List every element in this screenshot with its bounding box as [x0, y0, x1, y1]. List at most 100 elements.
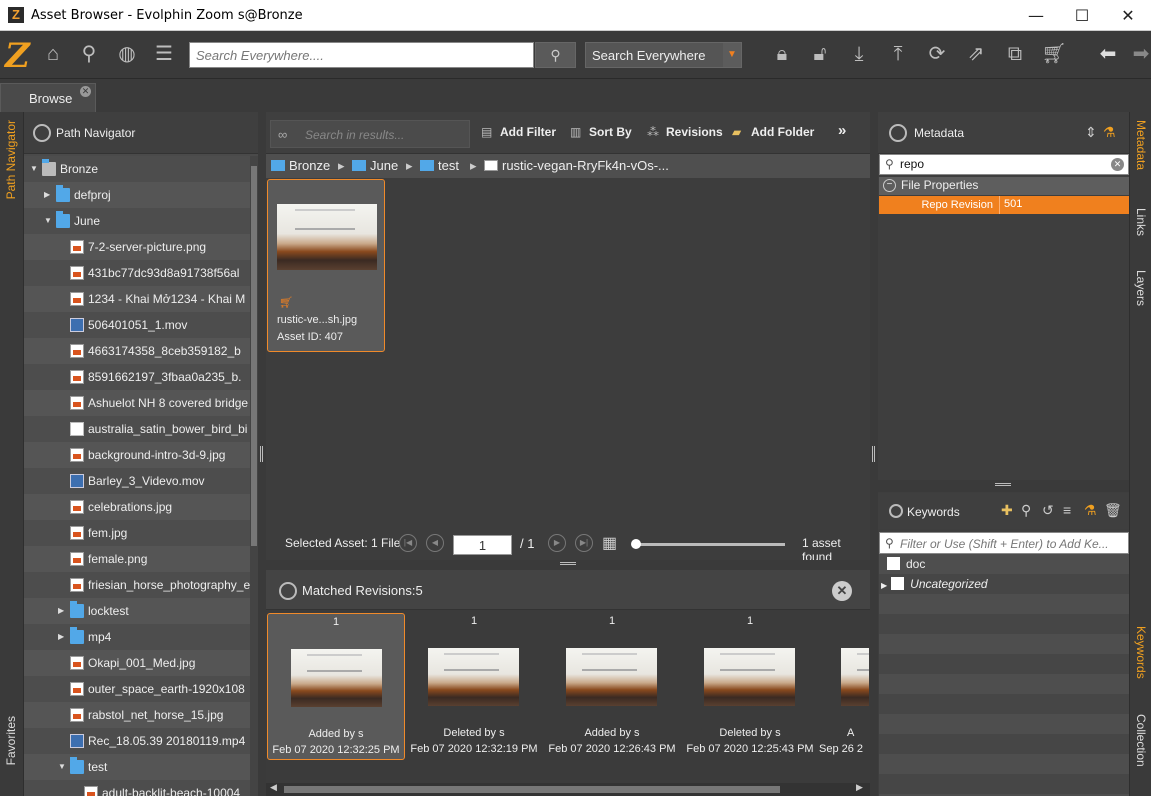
first-page-button[interactable]: |◀ [399, 534, 417, 552]
revision-card[interactable]: 1 Deleted by s Feb 07 2020 12:32:19 PM [405, 613, 543, 760]
globe-icon[interactable]: ◍ [114, 41, 140, 67]
path-navigator-side-tab[interactable]: Path Navigator [4, 120, 18, 199]
download-icon[interactable]: ⤓ [846, 41, 872, 67]
share-icon[interactable]: ⇗ [963, 41, 989, 67]
keyword-item[interactable]: ▶ Uncategorized [881, 574, 988, 594]
close-tab-icon[interactable]: ✕ [80, 86, 91, 97]
cart-icon[interactable]: 🛒︎ [1041, 41, 1067, 67]
tree-item[interactable]: ▼ Bronze [24, 156, 250, 182]
grid-view-icon[interactable]: ▦ [602, 533, 617, 553]
next-page-button[interactable]: ▶ [548, 534, 566, 552]
tree-item[interactable]: 8591662197_3fbaa0a235_b. [24, 364, 250, 390]
home-icon[interactable]: ⌂ [40, 41, 66, 67]
search-in-results-input[interactable]: Search in results... [270, 120, 470, 148]
layers-side-tab[interactable]: Layers [1134, 270, 1148, 306]
unlock-icon[interactable]: 🔓︎ [807, 41, 833, 67]
tree-item[interactable]: Ashuelot NH 8 covered bridge [24, 390, 250, 416]
metadata-splitter[interactable] [878, 480, 1129, 492]
sync-icon[interactable]: ⟳ [924, 41, 950, 67]
tree-item[interactable]: rabstol_net_horse_15.jpg [24, 702, 250, 728]
tab-browse[interactable]: Browse ✕ [0, 83, 96, 112]
collapse-section-icon[interactable]: − [883, 179, 896, 192]
revision-card[interactable]: A Sep 26 2 [819, 613, 869, 760]
refresh-icon[interactable]: ↺ [1042, 502, 1054, 519]
metadata-side-tab[interactable]: Metadata [1134, 120, 1148, 170]
more-button[interactable]: » [838, 122, 846, 139]
revisions-button[interactable]: ⁂ Revisions [647, 125, 723, 139]
tree-item[interactable]: ▶ mp4 [24, 624, 250, 650]
search-scope-select[interactable]: Search Everywhere ▼ [585, 42, 742, 68]
tree-item[interactable]: friesian_horse_photography_e [24, 572, 250, 598]
tree-item[interactable]: female.png [24, 546, 250, 572]
flask-icon[interactable]: ⚗ [1084, 502, 1097, 519]
favorites-side-tab[interactable]: Favorites [4, 716, 18, 765]
trash-icon[interactable]: 🗑︎ [1104, 502, 1122, 519]
list-icon[interactable]: ☰ [151, 41, 177, 67]
revision-card[interactable]: 1 Added by s Feb 07 2020 12:26:43 PM [543, 613, 681, 760]
tree-item[interactable]: Rec_18.05.39 20180119.mp4 [24, 728, 250, 754]
tree-item[interactable]: 7-2-server-picture.png [24, 234, 250, 260]
tree-item[interactable]: adult-backlit-beach-10004 [24, 780, 250, 796]
expand-right-icon[interactable]: ▶ [58, 624, 68, 650]
tree-item[interactable]: 431bc77dc93d8a91738f56al [24, 260, 250, 286]
tree-item[interactable]: celebrations.jpg [24, 494, 250, 520]
repo-revision-row[interactable]: Repo Revision 501 [879, 196, 1129, 214]
collapse-icon[interactable]: ⇕ [1085, 124, 1097, 141]
expand-right-icon[interactable]: ▶ [58, 598, 68, 624]
close-window-button[interactable]: ✕ [1105, 0, 1151, 31]
add-filter-button[interactable]: ▤ Add Filter [481, 125, 556, 139]
breadcrumb-item[interactable]: June [352, 158, 398, 173]
breadcrumb-item[interactable]: test [420, 158, 459, 173]
tree-item[interactable]: background-intro-3d-9.jpg [24, 442, 250, 468]
filter-list-icon[interactable]: ≡ [1063, 502, 1071, 518]
tree-item[interactable]: Barley_3_Videvo.mov [24, 468, 250, 494]
add-folder-button[interactable]: ▰ Add Folder [732, 125, 814, 139]
tree-item[interactable]: 506401051_1.mov [24, 312, 250, 338]
checkbox[interactable] [887, 557, 900, 570]
tree-item[interactable]: Okapi_001_Med.jpg [24, 650, 250, 676]
breadcrumb-item[interactable]: Bronze [271, 158, 330, 173]
sort-by-button[interactable]: ▥ Sort By [570, 125, 632, 139]
last-page-button[interactable]: ▶| [575, 534, 593, 552]
lock-icon[interactable]: 🔒︎ [769, 41, 795, 67]
left-splitter[interactable] [258, 112, 266, 796]
thumbnail-size-slider[interactable] [631, 539, 785, 549]
clear-search-icon[interactable]: ✕ [1111, 158, 1124, 171]
scroll-left-icon[interactable]: ◀ [270, 782, 277, 793]
minimize-button[interactable]: — [1013, 0, 1059, 31]
tree-item[interactable]: ▶ defproj [24, 182, 250, 208]
forward-arrow-icon[interactable]: ➡ [1128, 41, 1151, 67]
tree-item[interactable]: outer_space_earth-1920x108 [24, 676, 250, 702]
tree-item[interactable]: ▶ locktest [24, 598, 250, 624]
file-properties-section[interactable]: − File Properties [879, 177, 1129, 195]
tree-item[interactable]: ▼ test [24, 754, 250, 780]
breadcrumb-item[interactable]: rustic-vegan-RryFk4n-vOs-... [484, 158, 669, 173]
revisions-scrollbar[interactable]: ◀ ▶ [266, 782, 870, 796]
tree-item[interactable]: 1234 - Khai Mở1234 - Khai M [24, 286, 250, 312]
scrollbar-thumb[interactable] [251, 166, 257, 546]
asset-card[interactable]: 🛒︎ rustic-ve...sh.jpg Asset ID: 407 [267, 179, 385, 352]
back-arrow-icon[interactable]: ⬅ [1095, 41, 1121, 67]
checkbox[interactable] [891, 577, 905, 590]
tree-item[interactable]: ▼ June [24, 208, 250, 234]
flask-icon[interactable]: ⚗ [1103, 124, 1116, 141]
revisions-splitter[interactable] [266, 560, 870, 570]
tree-item[interactable]: fem.jpg [24, 520, 250, 546]
keywords-side-tab[interactable]: Keywords [1134, 626, 1148, 679]
compare-icon[interactable]: ⧉ [1002, 41, 1028, 67]
upload-icon[interactable]: ⤒ [885, 41, 911, 67]
keyword-item[interactable]: doc [887, 554, 925, 574]
expand-down-icon[interactable]: ▼ [44, 208, 54, 234]
prev-page-button[interactable]: ◀ [426, 534, 444, 552]
slider-knob[interactable] [631, 539, 641, 549]
tree-scrollbar[interactable] [250, 156, 258, 796]
add-keyword-icon[interactable]: ✚ [1001, 502, 1013, 519]
metadata-search-input[interactable]: ⚲ repo ✕ [879, 154, 1129, 175]
maximize-button[interactable]: ☐ [1059, 0, 1105, 31]
page-number-input[interactable]: 1 [453, 535, 512, 555]
scrollbar-thumb[interactable] [284, 786, 780, 793]
search-icon[interactable]: ⚲ [76, 41, 102, 67]
scroll-right-icon[interactable]: ▶ [856, 782, 863, 793]
expand-right-icon[interactable]: ▶ [44, 182, 54, 208]
revision-card[interactable]: 1 Deleted by s Feb 07 2020 12:25:43 PM [681, 613, 819, 760]
